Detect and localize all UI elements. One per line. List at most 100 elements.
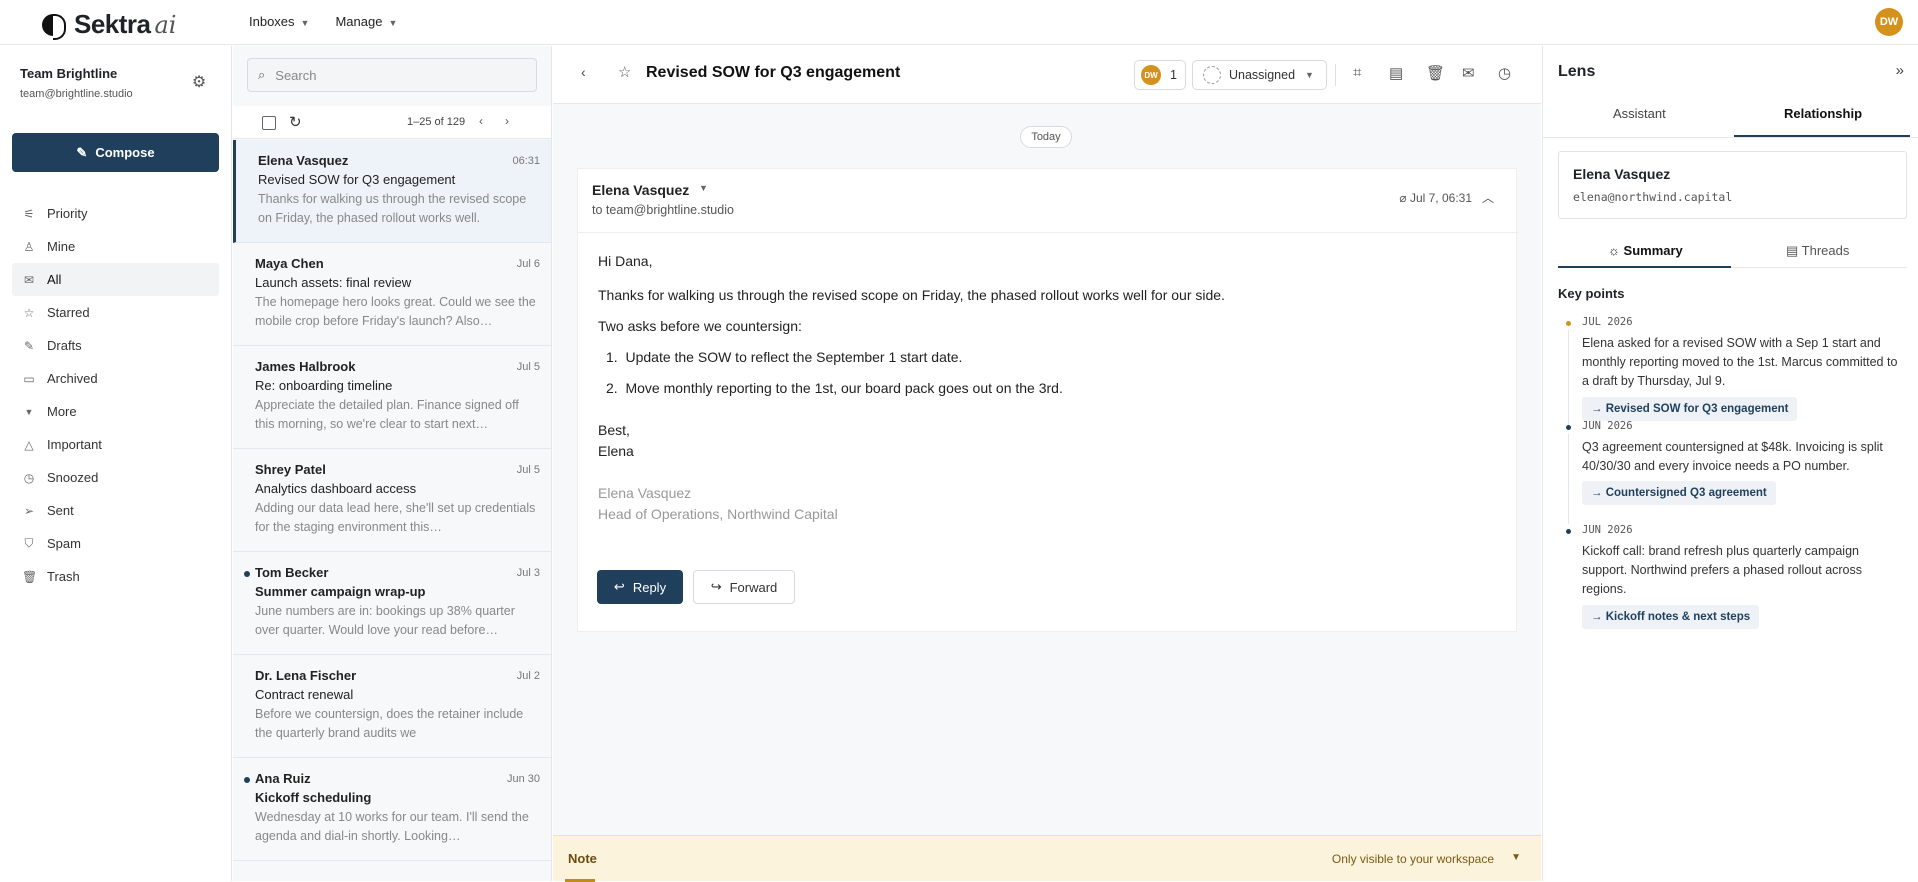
select-all-checkbox[interactable]	[262, 116, 276, 130]
search-input[interactable]: ⌕ Search	[247, 58, 537, 92]
back-arrow-icon[interactable]: ‹	[581, 64, 586, 80]
chevron-down-icon: ▼	[24, 406, 34, 417]
active-tab-indicator	[1558, 266, 1731, 268]
sidebar-item-priority[interactable]: ⚟ Priority	[12, 197, 219, 230]
key-point-link[interactable]: → Countersigned Q3 agreement	[1582, 481, 1776, 505]
mail-icon: ✉	[23, 272, 35, 287]
signature-title: Head of Operations, Northwind Capital	[598, 506, 838, 522]
archive-icon[interactable]: ▤	[1389, 64, 1403, 82]
tab-threads[interactable]: ▤ Threads	[1786, 243, 1849, 259]
list-item[interactable]: Dr. Lena Fischer Jul 2 Contract renewal …	[233, 655, 551, 758]
key-point-link[interactable]: → Kickoff notes & next steps	[1582, 605, 1760, 629]
assign-dropdown[interactable]: Unassigned ▼	[1192, 60, 1327, 90]
chevron-down-icon: ▼	[388, 18, 398, 28]
compose-button[interactable]: ✎ Compose	[12, 133, 219, 172]
body-list-item: 1. Update the SOW to reflect the Septemb…	[606, 349, 963, 365]
sidebar-more-toggle[interactable]: ▼ More	[12, 395, 219, 428]
list-item[interactable]: Tom Becker Jul 3 Summer campaign wrap-up…	[233, 552, 551, 655]
chevron-down-icon[interactable]: ▼	[699, 183, 708, 193]
sidebar-item-mine[interactable]: ♙ Mine	[12, 230, 219, 263]
key-point-text: Elena asked for a revised SOW with a Sep…	[1582, 336, 1898, 388]
sidebar-item-starred[interactable]: ☆ Starred	[12, 296, 219, 329]
tab-relationship[interactable]: Relationship	[1784, 106, 1862, 121]
team-name: Team Brightline	[20, 66, 118, 81]
star-icon[interactable]: ☆	[618, 63, 631, 81]
star-icon: ☆	[23, 305, 35, 320]
sidebar-item-drafts[interactable]: ✎ Drafts	[12, 329, 219, 362]
unassigned-user-icon	[1203, 66, 1221, 84]
chevron-right-icon[interactable]: ›	[505, 114, 509, 128]
sidebar-item-spam[interactable]: ⛉ Spam	[12, 527, 219, 560]
mail-icon[interactable]: ✉	[1462, 64, 1475, 82]
gear-icon[interactable]: ⚙	[190, 74, 208, 92]
message-card: Elena Vasquez ▼ to team@brightline.studi…	[577, 168, 1518, 632]
list-item[interactable]: Ana Ruiz Jun 30 Kickoff scheduling Wedne…	[233, 758, 551, 861]
list-item[interactable]: Elena Vasquez 06:31 Revised SOW for Q3 e…	[233, 140, 551, 243]
lens-title: Lens	[1558, 63, 1596, 80]
key-point-link[interactable]: → Revised SOW for Q3 engagement	[1582, 397, 1798, 421]
sidebar-item-all[interactable]: ✉ All	[12, 263, 219, 296]
divider	[1543, 137, 1918, 138]
reply-icon: ↩	[613, 579, 625, 594]
sidebar-nav: ⚟ Priority ♙ Mine ✉ All ☆ Starred ✎ Drafts ▭ A…	[12, 197, 219, 593]
inboxes-menu[interactable]: Inboxes ▼	[249, 14, 309, 29]
app-logo[interactable]: Sektra ai	[42, 9, 176, 40]
chevron-up-icon[interactable]: ︿	[1482, 189, 1494, 206]
chevron-down-icon: ▼	[1305, 70, 1314, 80]
message-date: Jul 6	[516, 258, 540, 270]
tab-assistant[interactable]: Assistant	[1613, 106, 1666, 121]
body-closing: Best,	[598, 422, 630, 438]
shield-icon: ⛉	[24, 536, 34, 550]
sidebar-item-sent[interactable]: ➢ Sent	[12, 494, 219, 527]
sidebar-item-trash[interactable]: 🗑 Trash	[12, 560, 219, 593]
lens-panel: Lens » Assistant Relationship Elena Vasq…	[1542, 46, 1918, 881]
tab-summary[interactable]: ☼ Summary	[1608, 243, 1683, 258]
timeline-dot	[1566, 321, 1571, 326]
note-panel[interactable]: Note Only visible to your workspace ▼	[553, 835, 1541, 882]
sidebar-item-important[interactable]: △ Important	[12, 428, 219, 461]
message-list: Elena Vasquez 06:31 Revised SOW for Q3 e…	[233, 140, 551, 861]
sidebar-item-snoozed[interactable]: ◷ Snoozed	[12, 461, 219, 494]
archive-icon: ▭	[23, 371, 35, 386]
sparkle-icon: ☼	[1608, 243, 1624, 258]
message-preview: The homepage hero looks great. Could we …	[255, 295, 536, 328]
body-list-item: 2. Move monthly reporting to the 1st, ou…	[606, 380, 1063, 396]
key-point-date: JUN 2026	[1582, 524, 1633, 536]
contact-email: elena@northwind.capital	[1573, 190, 1733, 204]
pencil-icon: ✎	[76, 144, 88, 160]
key-point-date: JUN 2026	[1582, 420, 1633, 432]
pencil-icon: ✎	[23, 338, 35, 353]
note-visibility: Only visible to your workspace	[1331, 852, 1494, 866]
message-preview: Wednesday at 10 works for our team. I'll…	[255, 810, 529, 843]
list-item[interactable]: James Halbrook Jul 5 Re: onboarding time…	[233, 346, 551, 449]
chevron-left-icon[interactable]: ‹	[479, 114, 483, 128]
user-icon: ♙	[23, 239, 35, 254]
sidebar: Team Brightline team@brightline.studio ⚙…	[0, 46, 232, 881]
top-nav: Inboxes ▼ Manage ▼	[249, 14, 397, 29]
clock-icon[interactable]: ◷	[1498, 64, 1511, 82]
trash-icon[interactable]: 🗑	[1426, 64, 1445, 82]
user-avatar[interactable]: DW	[1875, 8, 1903, 36]
message-sender: Tom Becker	[255, 565, 329, 580]
tag-icon[interactable]: ⌗	[1353, 64, 1361, 81]
assignee-pill[interactable]: DW 1	[1134, 60, 1186, 90]
message-recipient: to team@brightline.studio	[592, 203, 734, 217]
collapse-panel-icon[interactable]: »	[1896, 62, 1904, 79]
manage-menu[interactable]: Manage ▼	[335, 14, 397, 29]
list-toolbar: ↻ 1–25 of 129 ‹ ›	[233, 106, 551, 139]
list-item[interactable]: Maya Chen Jul 6 Launch assets: final rev…	[233, 243, 551, 346]
message-header[interactable]: Elena Vasquez ▼ to team@brightline.studi…	[578, 169, 1518, 233]
divider	[1335, 64, 1336, 86]
list-item[interactable]: Shrey Patel Jul 5 Analytics dashboard ac…	[233, 449, 551, 552]
sidebar-item-archived[interactable]: ▭ Archived	[12, 362, 219, 395]
refresh-icon[interactable]: ↻	[289, 113, 302, 131]
message-preview: Before we countersign, does the retainer…	[255, 707, 524, 740]
forward-button[interactable]: ↪ Forward	[693, 570, 795, 604]
logo-text: Sektra	[74, 9, 151, 39]
trash-icon: 🗑	[22, 569, 38, 584]
chevron-down-icon[interactable]: ▼	[1511, 852, 1521, 863]
message-date: 06:31	[512, 155, 540, 167]
timeline-dot	[1566, 529, 1571, 534]
message-subject: Contract renewal	[255, 687, 354, 702]
reply-button[interactable]: ↩ Reply	[597, 570, 683, 604]
